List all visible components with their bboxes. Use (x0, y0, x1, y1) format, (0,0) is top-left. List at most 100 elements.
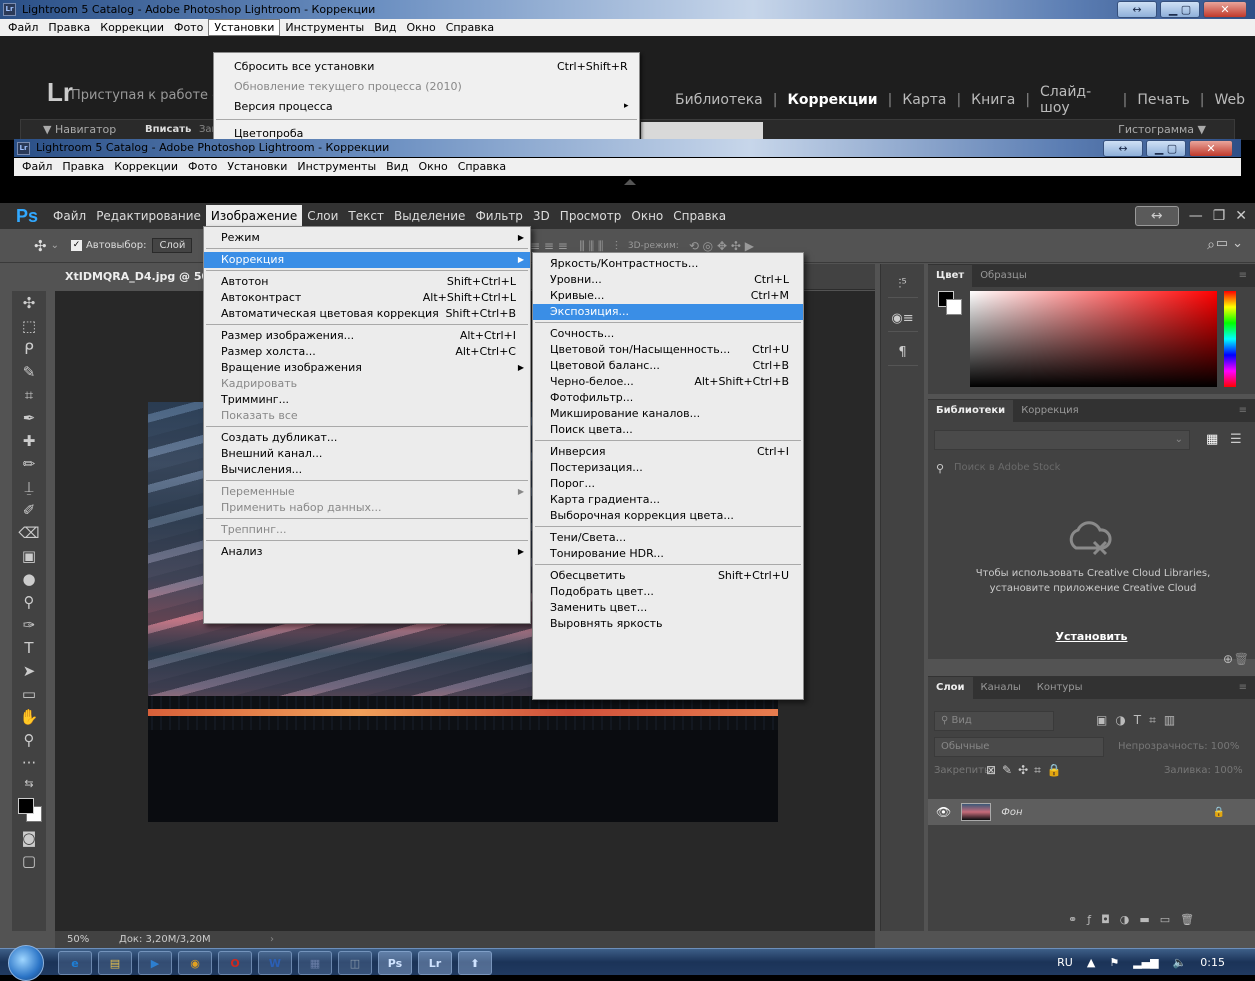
layer-row-background[interactable]: 👁 Фон 🔒 (928, 799, 1255, 825)
properties-panel-icon[interactable]: ◉≡ (887, 306, 918, 332)
lr-menu-item[interactable]: Установки (208, 19, 281, 36)
list-view-icon[interactable]: ☰ (1230, 432, 1242, 447)
taskbar-app-button[interactable]: ▦ (298, 951, 332, 975)
hue-slider[interactable] (1224, 291, 1236, 387)
status-arrow-icon[interactable]: › (270, 931, 274, 948)
lr-menu-item[interactable]: Коррекции (95, 19, 169, 36)
pen-tool-icon[interactable]: ✑ (12, 613, 46, 636)
color-bg-swatch[interactable] (946, 299, 962, 315)
language-indicator[interactable]: RU (1057, 956, 1073, 969)
menu-item[interactable]: Размер холста... Alt+Ctrl+C (204, 344, 530, 360)
menu-item[interactable]: Микширование каналов... (533, 406, 803, 422)
ps-minimize-button[interactable]: — (1189, 208, 1203, 224)
ps-menu-item[interactable]: Текст (343, 205, 389, 227)
eraser-tool-icon[interactable]: ⌫ (12, 521, 46, 544)
library-select[interactable]: ⌄ (934, 430, 1190, 450)
panel-menu-icon[interactable]: ≡ (1231, 400, 1255, 422)
blur-tool-icon[interactable]: ● (12, 567, 46, 590)
lr-menu-item[interactable]: Инструменты (280, 19, 369, 36)
stamp-tool-icon[interactable]: ⍊ (12, 475, 46, 498)
panel-menu-icon[interactable]: ≡ (1231, 677, 1255, 699)
menu-item[interactable]: Заменить цвет... (533, 600, 803, 616)
module-tab[interactable]: Коррекции (777, 92, 887, 108)
gradient-tool-icon[interactable]: ▣ (12, 544, 46, 567)
restore-button[interactable]: ↔ (1117, 1, 1157, 18)
menu-item[interactable]: Подобрать цвет... (533, 584, 803, 600)
menu-item[interactable]: Создать дубликат... (204, 430, 530, 446)
swap-colors-icon[interactable]: ⇆ (12, 774, 46, 792)
start-button[interactable] (8, 945, 44, 981)
panel-tab[interactable]: Слои (928, 677, 973, 699)
move-tool-icon[interactable]: ✣ (34, 237, 47, 255)
ps-menu-item[interactable]: Выделение (389, 205, 470, 227)
ps-close-button[interactable]: ✕ (1235, 208, 1247, 224)
lr-menu-item[interactable]: Файл (3, 19, 43, 36)
menu-item[interactable]: Уровни... Ctrl+L (533, 272, 803, 288)
lr-menu-item[interactable]: Окно (401, 19, 440, 36)
action-center-flag-icon[interactable]: ⚑ (1109, 956, 1119, 969)
foreground-color-swatch[interactable] (18, 798, 34, 814)
marquee-tool-icon[interactable]: ⬚ (12, 314, 46, 337)
shape-tool-icon[interactable]: ▭ (12, 682, 46, 705)
close-button[interactable]: ✕ (1203, 1, 1247, 18)
tray-expand-icon[interactable]: ▲ (1087, 956, 1095, 969)
menu-item[interactable]: Коррекция ▶ (204, 252, 530, 268)
move-tool-icon[interactable]: ✣ (12, 291, 46, 314)
taskbar-app-button[interactable]: ⬆ (458, 951, 492, 975)
quick-mask-icon[interactable]: ◙ (12, 826, 46, 849)
healing-tool-icon[interactable]: ✚ (12, 429, 46, 452)
type-tool-icon[interactable]: T (12, 636, 46, 659)
module-tab[interactable]: Карта (892, 92, 956, 108)
menu-item[interactable]: Яркость/Контрастность... (533, 256, 803, 272)
dodge-tool-icon[interactable]: ⚲ (12, 590, 46, 613)
layer-actions-bar[interactable]: ⚭ƒ◘◑▬▭🗑 (1068, 913, 1204, 926)
taskbar-app-button[interactable]: ◫ (338, 951, 372, 975)
menu-item[interactable]: Инверсия Ctrl+I (533, 444, 803, 460)
panel-tab[interactable]: Образцы (972, 265, 1035, 287)
lightroom-title-bar[interactable]: Lr Lightroom 5 Catalog - Adobe Photoshop… (0, 0, 1255, 19)
lr-menu-item[interactable]: Файл (17, 158, 57, 176)
library-delete-icon[interactable]: 🗑 (1234, 652, 1249, 666)
workspace-icon[interactable]: ▭ ⌄ (1216, 236, 1243, 251)
ps-menu-item[interactable]: Слои (302, 205, 343, 227)
autoselect-checkbox[interactable]: ✓ (70, 240, 82, 251)
settings-menu-item[interactable]: Сбросить все установки (234, 57, 374, 77)
lr-menu-item[interactable]: Инструменты (292, 158, 381, 176)
module-tab[interactable]: Библиотека (665, 92, 773, 108)
history-panel-icon[interactable]: ⫶⁵ (887, 272, 918, 298)
tool-preset-chevron-icon[interactable]: ⌄ (51, 240, 59, 251)
brush-tool-icon[interactable]: ✏ (12, 452, 46, 475)
install-cc-link[interactable]: Установить (928, 630, 1255, 643)
lr-menu-item[interactable]: Установки (222, 158, 292, 176)
settings-menu-item[interactable]: Версия процесса (234, 97, 333, 117)
panel-tab[interactable]: Библиотеки (928, 400, 1014, 422)
layer-visibility-eye-icon[interactable]: 👁 (936, 805, 951, 819)
menu-item[interactable]: Автоматическая цветовая коррекция Shift+C… (204, 306, 530, 322)
menu-item[interactable]: Режим ▶ (204, 230, 530, 246)
menu-item[interactable]: Тени/Света... (533, 530, 803, 546)
lr-menu-item[interactable]: Вид (381, 158, 413, 176)
menu-item[interactable]: Экспозиция... (533, 304, 803, 320)
menu-item[interactable]: Поиск цвета... (533, 422, 803, 438)
library-add-icon[interactable]: ⊕ (1223, 652, 1233, 666)
navigator-label[interactable]: ▼ Навигатор (43, 120, 116, 139)
ps-menu-item[interactable]: Файл (48, 205, 91, 227)
fill-field[interactable]: Заливка: 100% (1164, 765, 1243, 776)
grid-view-icon[interactable]: ▦ (1206, 432, 1218, 447)
lightroom2-title-bar[interactable]: Lr Lightroom 5 Catalog - Adobe Photoshop… (14, 139, 1241, 157)
close-button-2[interactable]: ✕ (1189, 140, 1233, 157)
lr-menu-item[interactable]: Правка (57, 158, 109, 176)
layer-kind-filter[interactable]: ⚲ Вид (934, 711, 1054, 731)
stock-search-input[interactable]: Поиск в Adobe Stock (954, 462, 1060, 473)
crop-tool-icon[interactable]: ⌗ (12, 383, 46, 406)
menu-item[interactable]: Размер изображения... Alt+Ctrl+I (204, 328, 530, 344)
ps-restore-button[interactable]: ↔ (1134, 206, 1179, 226)
taskbar-app-button[interactable]: Lr (418, 951, 452, 975)
ps-menu-item[interactable]: Редактирование (91, 205, 206, 227)
fit-button[interactable]: Вписать (145, 120, 191, 139)
taskbar-app-button[interactable]: W (258, 951, 292, 975)
autoselect-target-select[interactable]: Слой (152, 238, 193, 253)
menu-item[interactable]: Внешний канал... (204, 446, 530, 462)
menu-item[interactable]: Автотон Shift+Ctrl+L (204, 274, 530, 290)
paragraph-panel-icon[interactable]: ¶ (887, 340, 918, 366)
